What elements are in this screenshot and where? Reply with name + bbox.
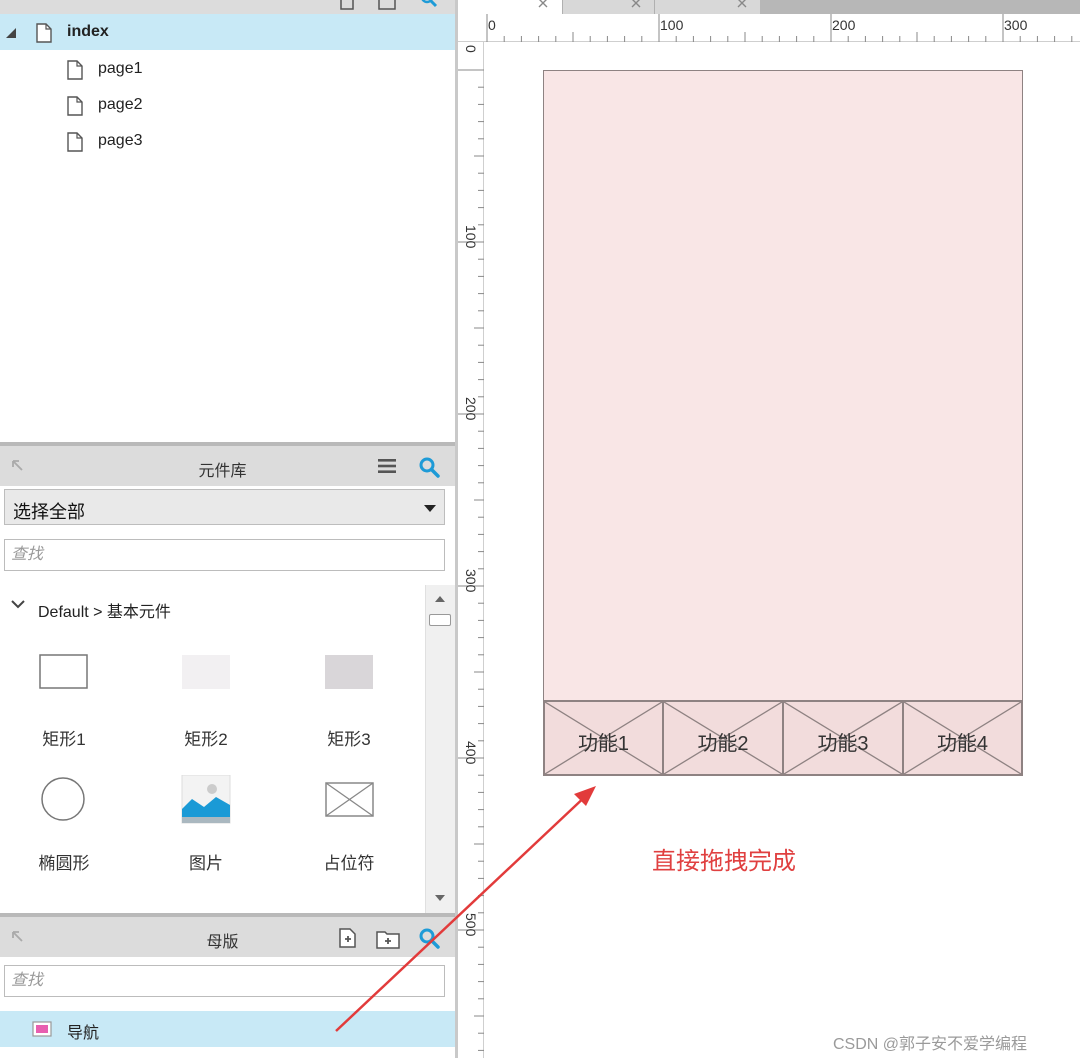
library-panel-header: 元件库 xyxy=(0,446,455,486)
widget-rectangle-1[interactable]: 矩形1 xyxy=(4,651,124,761)
search-icon[interactable] xyxy=(420,0,438,8)
horizontal-ruler-ticks xyxy=(486,14,1073,42)
masters-panel-header: 母版 xyxy=(0,917,455,957)
pages-panel-header xyxy=(0,0,455,14)
widget-label: 矩形3 xyxy=(327,730,371,749)
annotation-text: 直接拖拽完成 xyxy=(652,847,796,875)
chevron-down-icon[interactable] xyxy=(10,599,26,609)
ellipse-icon xyxy=(41,777,85,821)
masters-search-input[interactable] xyxy=(4,965,445,997)
nav-cell-label: 功能1 xyxy=(577,733,630,755)
ruler-label: 0 xyxy=(463,45,479,53)
dropdown-arrow-icon xyxy=(424,505,436,512)
expand-triangle-icon[interactable] xyxy=(6,28,16,38)
add-folder-icon[interactable] xyxy=(378,0,396,10)
nav-cell-label: 功能4 xyxy=(936,733,989,755)
image-icon xyxy=(181,775,231,824)
vertical-ruler: 0 100 200 300 400 500 xyxy=(458,42,484,1058)
ruler-label: 0 xyxy=(488,17,496,33)
widget-image[interactable]: 图片 xyxy=(146,775,266,885)
ruler-label: 300 xyxy=(463,569,479,593)
search-icon[interactable] xyxy=(418,456,440,478)
widget-label: 图片 xyxy=(189,854,223,873)
tab-master[interactable] xyxy=(562,0,654,14)
nav-cell-label: 功能2 xyxy=(697,733,749,755)
ruler-label: 300 xyxy=(1004,17,1028,33)
tab-page1[interactable] xyxy=(654,0,760,14)
widget-library-list: Default > 基本元件 矩形1 矩形2 矩形3 椭圆形 图片 占位符 xyxy=(0,585,425,913)
page-tabs-bar xyxy=(458,0,1080,14)
navigation-master-instance[interactable]: 功能1 功能2 功能3 功能4 xyxy=(543,700,1023,776)
library-group-header[interactable]: Default > 基本元件 xyxy=(0,585,425,625)
widget-rectangle-2[interactable]: 矩形2 xyxy=(146,651,266,761)
nav-cell-4[interactable]: 功能4 xyxy=(902,700,1023,776)
page-file-icon xyxy=(36,23,52,43)
widget-label: 椭圆形 xyxy=(38,854,90,873)
library-scrollbar[interactable] xyxy=(425,585,455,913)
tab-index[interactable] xyxy=(458,0,562,14)
vertical-ruler-ticks xyxy=(458,69,484,1051)
left-sidebar: index page1 page2 page3 元件库 选择全部 查找 Defa… xyxy=(0,0,455,1058)
close-icon[interactable] xyxy=(737,0,747,8)
page-tree-label: page1 xyxy=(98,60,143,77)
add-page-icon[interactable] xyxy=(338,0,356,10)
page-tree-item-page2[interactable]: page2 xyxy=(0,87,455,123)
rectangle-light-icon xyxy=(182,655,230,689)
page-file-icon xyxy=(67,96,83,116)
library-search-input[interactable] xyxy=(4,539,445,571)
page-tree-item-page1[interactable]: page1 xyxy=(0,51,455,87)
ruler-label: 100 xyxy=(463,225,479,249)
nav-cell-1[interactable]: 功能1 xyxy=(543,700,664,776)
library-select-value: 选择全部 xyxy=(13,502,85,522)
add-folder-icon[interactable] xyxy=(376,929,400,949)
library-group-label: Default > 基本元件 xyxy=(38,604,171,621)
ruler-label: 400 xyxy=(463,741,479,765)
ruler-label: 100 xyxy=(660,17,684,33)
page-file-icon xyxy=(67,132,83,152)
add-master-icon[interactable] xyxy=(338,927,358,949)
page-background-rectangle[interactable] xyxy=(543,70,1023,701)
widget-label: 占位符 xyxy=(323,854,375,873)
page-tree-label: index xyxy=(67,23,109,40)
nav-cell-3[interactable]: 功能3 xyxy=(782,700,904,776)
master-icon xyxy=(32,1021,52,1037)
master-item-label: 导航 xyxy=(67,1025,100,1042)
library-select[interactable]: 选择全部 xyxy=(4,489,445,525)
scroll-down-icon[interactable] xyxy=(435,895,445,901)
page-tree-item-index[interactable]: index xyxy=(0,14,455,50)
rectangle-outline-icon xyxy=(39,654,88,689)
scroll-up-icon[interactable] xyxy=(435,596,445,602)
page-tree-label: page3 xyxy=(98,132,143,149)
ruler-label: 500 xyxy=(463,913,479,937)
close-icon[interactable] xyxy=(538,0,548,8)
close-icon[interactable] xyxy=(631,0,641,8)
scroll-thumb[interactable] xyxy=(429,614,451,626)
page-tree-item-page3[interactable]: page3 xyxy=(0,123,455,159)
watermark-text: CSDN @郭子安不爱学编程 xyxy=(833,1036,1028,1053)
widget-ellipse[interactable]: 椭圆形 xyxy=(4,775,124,885)
ruler-label: 200 xyxy=(832,17,856,33)
rectangle-gray-icon xyxy=(325,655,373,689)
nav-cell-label: 功能3 xyxy=(817,733,869,755)
master-item-navigation[interactable]: 导航 xyxy=(0,1011,455,1047)
nav-cell-2[interactable]: 功能2 xyxy=(662,700,784,776)
menu-icon[interactable] xyxy=(378,458,396,474)
ruler-label: 200 xyxy=(463,397,479,421)
search-icon[interactable] xyxy=(418,927,440,949)
widget-label: 矩形1 xyxy=(42,730,86,749)
widget-rectangle-3[interactable]: 矩形3 xyxy=(289,651,409,761)
horizontal-ruler: 0 100 200 300 xyxy=(458,14,1080,42)
placeholder-icon xyxy=(325,782,374,817)
page-file-icon xyxy=(67,60,83,80)
widget-label: 矩形2 xyxy=(184,730,228,749)
page-tree-label: page2 xyxy=(98,96,143,113)
widget-placeholder[interactable]: 占位符 xyxy=(289,775,409,885)
